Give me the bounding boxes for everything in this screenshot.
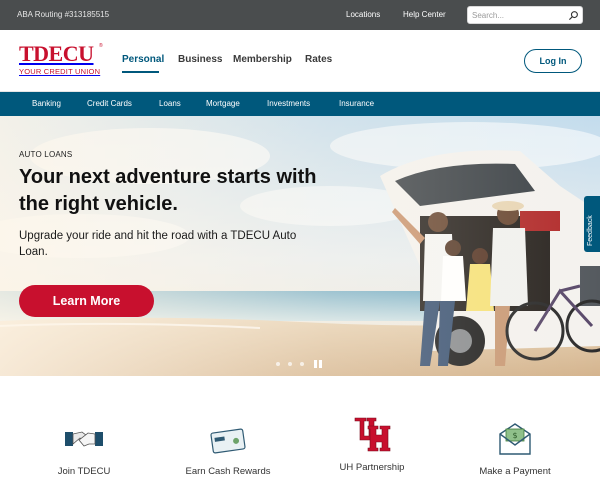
search-icon[interactable] [568,10,579,21]
learn-more-button[interactable]: Learn More [19,285,154,317]
trademark-mark: ® [99,43,103,49]
carousel-dot-3[interactable] [300,362,304,366]
quick-link-cash-rewards[interactable]: Earn Cash Rewards [158,376,298,480]
brand-logo[interactable]: TDECU ® YOUR CREDIT UNION [19,43,109,79]
carousel-dot-2[interactable] [288,362,292,366]
login-button[interactable]: Log In [524,49,582,73]
quick-link-join[interactable]: Join TDECU [14,376,154,480]
hero-subcopy: Upgrade your ride and hit the road with … [19,230,297,258]
subnav-mortgage[interactable]: Mortgage [206,99,240,108]
carousel-pause-button[interactable] [314,360,322,368]
hero-eyebrow: AUTO LOANS [19,150,73,159]
subnav-investments[interactable]: Investments [267,99,310,108]
utility-bar: ABA Routing #313185515 Locations Help Ce… [0,0,600,30]
feedback-label: Feedback [587,215,594,246]
feedback-tab[interactable]: Feedback [584,196,600,252]
hero-banner: AUTO LOANS Your next adventure starts wi… [0,116,600,376]
subnav-loans[interactable]: Loans [159,99,181,108]
quick-link-make-payment[interactable]: $ Make a Payment [445,376,585,480]
nav-personal[interactable]: Personal [122,54,164,65]
subnav-banking[interactable]: Banking [32,99,61,108]
cash-card-icon [210,428,246,454]
quick-links: Join TDECU Earn Cash Rewards UH Partners… [0,376,600,480]
brand-name: TDECU [19,41,94,66]
search-box [467,6,583,24]
quick-link-label: Earn Cash Rewards [185,466,271,477]
svg-text:$: $ [512,431,517,440]
subnav-insurance[interactable]: Insurance [339,99,374,108]
help-center-link[interactable]: Help Center [403,10,446,19]
hero-headline: Your next adventure starts with the righ… [19,166,317,215]
payment-envelope-icon: $ [499,423,531,455]
nav-business[interactable]: Business [178,54,222,65]
main-header: TDECU ® YOUR CREDIT UNION Personal Busin… [0,30,600,92]
search-input[interactable] [472,9,568,22]
quick-link-label: Join TDECU [57,466,111,477]
sub-nav: Banking Credit Cards Loans Mortgage Inve… [0,92,600,116]
quick-link-uh-partnership[interactable]: UH Partnership [302,376,442,480]
uh-logo-icon [354,417,391,452]
carousel-dot-1[interactable] [276,362,280,366]
handshake-icon [65,431,103,447]
quick-link-label: UH Partnership [339,462,405,473]
routing-number: ABA Routing #313185515 [17,10,110,19]
active-nav-indicator [122,71,159,73]
nav-membership[interactable]: Membership [233,54,292,65]
quick-link-label: Make a Payment [479,466,551,477]
locations-link[interactable]: Locations [346,10,380,19]
nav-rates[interactable]: Rates [305,54,332,65]
subnav-credit-cards[interactable]: Credit Cards [87,99,132,108]
brand-tagline: YOUR CREDIT UNION [19,67,101,76]
